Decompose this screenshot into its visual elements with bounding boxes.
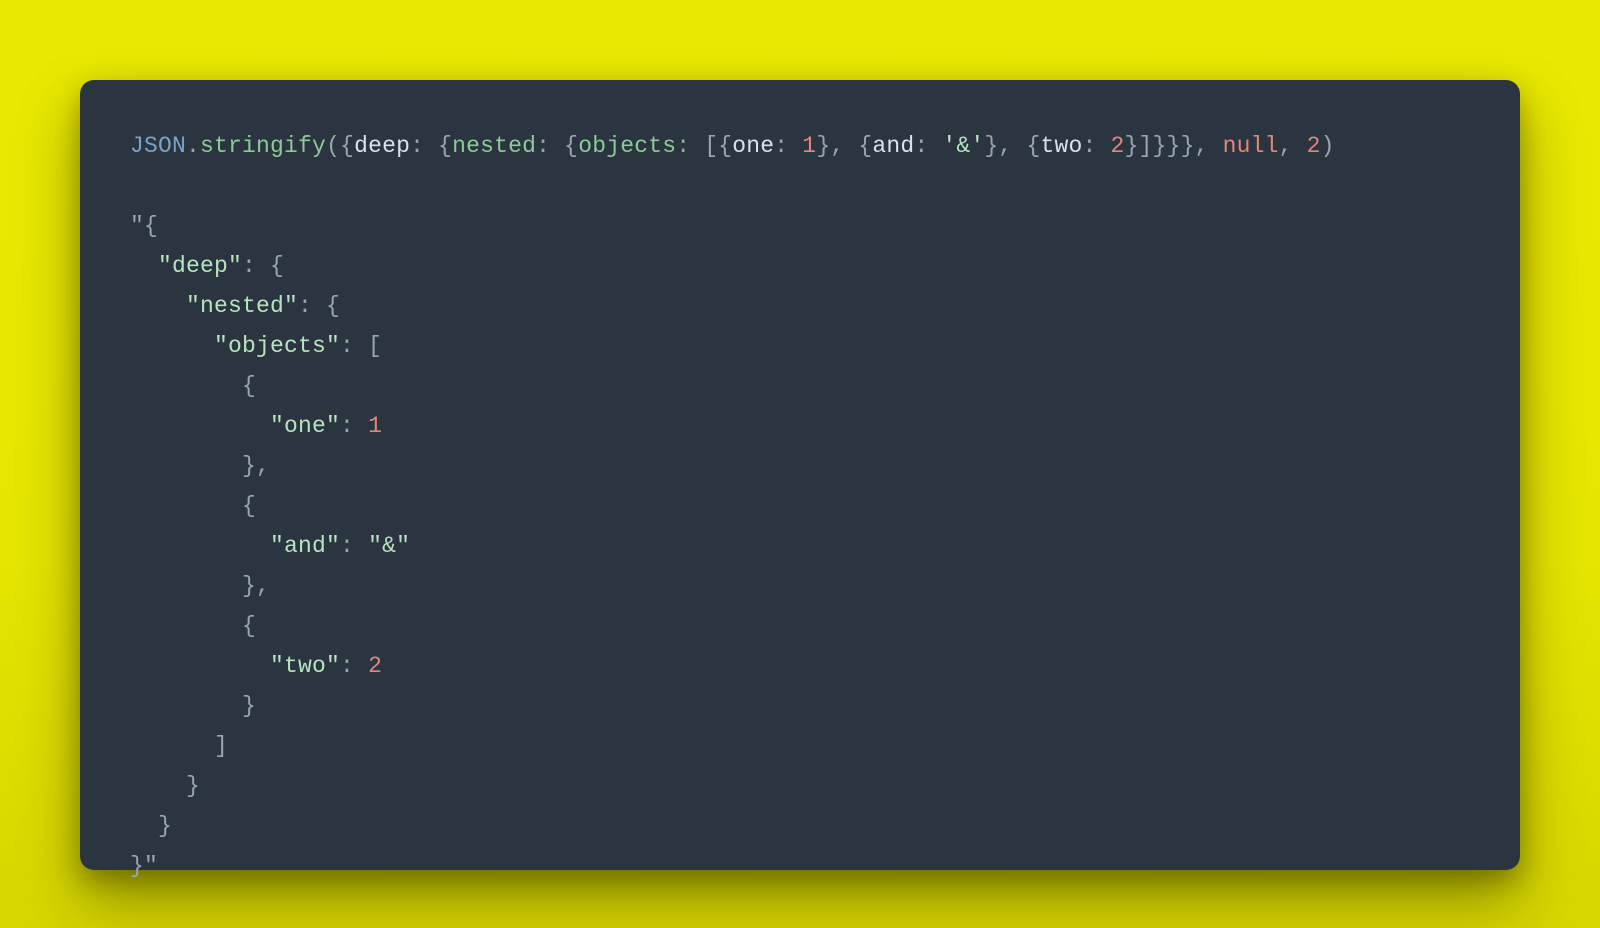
out-l15: } xyxy=(130,773,200,799)
token-bracket: [ xyxy=(704,133,718,159)
token-comma: , xyxy=(998,133,1026,159)
token-brace: } xyxy=(984,133,998,159)
out-val-2: 2 xyxy=(368,653,382,679)
token-brace: } xyxy=(1125,133,1139,159)
out-punc: : { xyxy=(298,293,340,319)
out-punc: : [ xyxy=(340,333,382,359)
out-key-deep: "deep" xyxy=(158,253,242,279)
token-str-amp: '&' xyxy=(942,133,984,159)
out-indent xyxy=(130,533,270,559)
code-card: JSON.stringify({deep: {nested: {objects:… xyxy=(80,80,1520,870)
out-indent xyxy=(130,293,186,319)
token-paren-close: ) xyxy=(1321,133,1335,159)
token-dot: . xyxy=(186,133,200,159)
token-brace: { xyxy=(718,133,732,159)
token-colon: : xyxy=(774,133,802,159)
token-key-and: and xyxy=(872,133,914,159)
out-key-one: "one" xyxy=(270,413,340,439)
token-key-one: one xyxy=(732,133,774,159)
out-l01: "{ xyxy=(130,213,158,239)
token-num-1: 1 xyxy=(802,133,816,159)
out-colon: : xyxy=(340,533,368,559)
token-brace: { xyxy=(1026,133,1040,159)
token-brace: } xyxy=(1181,133,1195,159)
out-l17: }" xyxy=(130,853,158,879)
token-num-2: 2 xyxy=(1110,133,1124,159)
out-key-nested: "nested" xyxy=(186,293,298,319)
token-comma: , xyxy=(830,133,858,159)
token-brace: { xyxy=(564,133,578,159)
token-brace: } xyxy=(1153,133,1167,159)
token-colon: : xyxy=(676,133,704,159)
token-colon: : xyxy=(1082,133,1110,159)
out-indent xyxy=(130,253,158,279)
token-bracket: ] xyxy=(1139,133,1153,159)
out-l11: { xyxy=(130,613,256,639)
stage: JSON.stringify({deep: {nested: {objects:… xyxy=(0,0,1600,928)
out-l08: { xyxy=(130,493,256,519)
token-colon: : xyxy=(536,133,564,159)
token-comma: , xyxy=(1195,133,1223,159)
token-key-two: two xyxy=(1040,133,1082,159)
out-indent xyxy=(130,333,214,359)
out-key-objects: "objects" xyxy=(214,333,340,359)
out-indent xyxy=(130,653,270,679)
out-colon: : xyxy=(340,653,368,679)
out-colon: : xyxy=(340,413,368,439)
token-brace: } xyxy=(816,133,830,159)
token-key-nested: nested xyxy=(452,133,536,159)
out-l05: { xyxy=(130,373,256,399)
token-key-deep: deep xyxy=(354,133,410,159)
token-key-objects: objects xyxy=(578,133,676,159)
out-punc: : { xyxy=(242,253,284,279)
out-key-and: "and" xyxy=(270,533,340,559)
token-colon: : xyxy=(410,133,438,159)
token-class: JSON xyxy=(130,133,186,159)
out-l16: } xyxy=(130,813,172,839)
out-l10: }, xyxy=(130,573,270,599)
token-colon: : xyxy=(914,133,942,159)
out-l13: } xyxy=(130,693,256,719)
token-method: stringify xyxy=(200,133,326,159)
out-val-amp: "&" xyxy=(368,533,410,559)
token-num-indent: 2 xyxy=(1307,133,1321,159)
token-null: null xyxy=(1223,133,1279,159)
out-val-1: 1 xyxy=(368,413,382,439)
token-brace: } xyxy=(1167,133,1181,159)
token-brace: { xyxy=(858,133,872,159)
token-brace: { xyxy=(438,133,452,159)
out-indent xyxy=(130,413,270,439)
token-comma: , xyxy=(1279,133,1307,159)
out-l14: ] xyxy=(130,733,228,759)
token-brace: { xyxy=(340,133,354,159)
out-key-two: "two" xyxy=(270,653,340,679)
token-paren-open: ( xyxy=(326,133,340,159)
out-l07: }, xyxy=(130,453,270,479)
code-block: JSON.stringify({deep: {nested: {objects:… xyxy=(130,126,1470,886)
